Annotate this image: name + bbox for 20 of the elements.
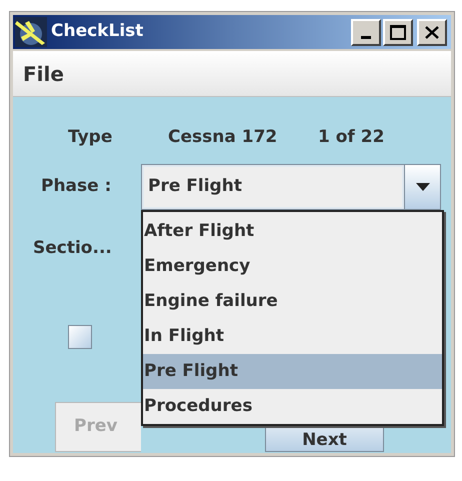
- page-counter: 1 of 22: [318, 126, 384, 150]
- phase-option[interactable]: Emergency: [143, 249, 442, 284]
- phase-option[interactable]: Procedures: [143, 389, 442, 424]
- airplane-icon: [15, 17, 47, 47]
- phase-option[interactable]: In Flight: [143, 319, 442, 354]
- type-label: Type: [68, 126, 114, 150]
- section-label: Sectio...: [33, 237, 112, 260]
- close-button[interactable]: [417, 18, 447, 46]
- aircraft-name: Cessna 172: [168, 126, 278, 150]
- phase-option[interactable]: After Flight: [143, 214, 442, 249]
- window-title: CheckList: [51, 20, 144, 44]
- minimize-button[interactable]: [351, 18, 381, 46]
- phase-option[interactable]: Engine failure: [143, 284, 442, 319]
- maximize-button[interactable]: [383, 18, 413, 46]
- phase-dropdown[interactable]: Pre Flight: [141, 164, 441, 210]
- checkbox[interactable]: [68, 325, 92, 349]
- phase-option[interactable]: Pre Flight: [143, 354, 442, 389]
- close-icon: [425, 26, 439, 38]
- phase-label: Phase :: [41, 175, 112, 198]
- menu-item[interactable]: File: [23, 58, 64, 88]
